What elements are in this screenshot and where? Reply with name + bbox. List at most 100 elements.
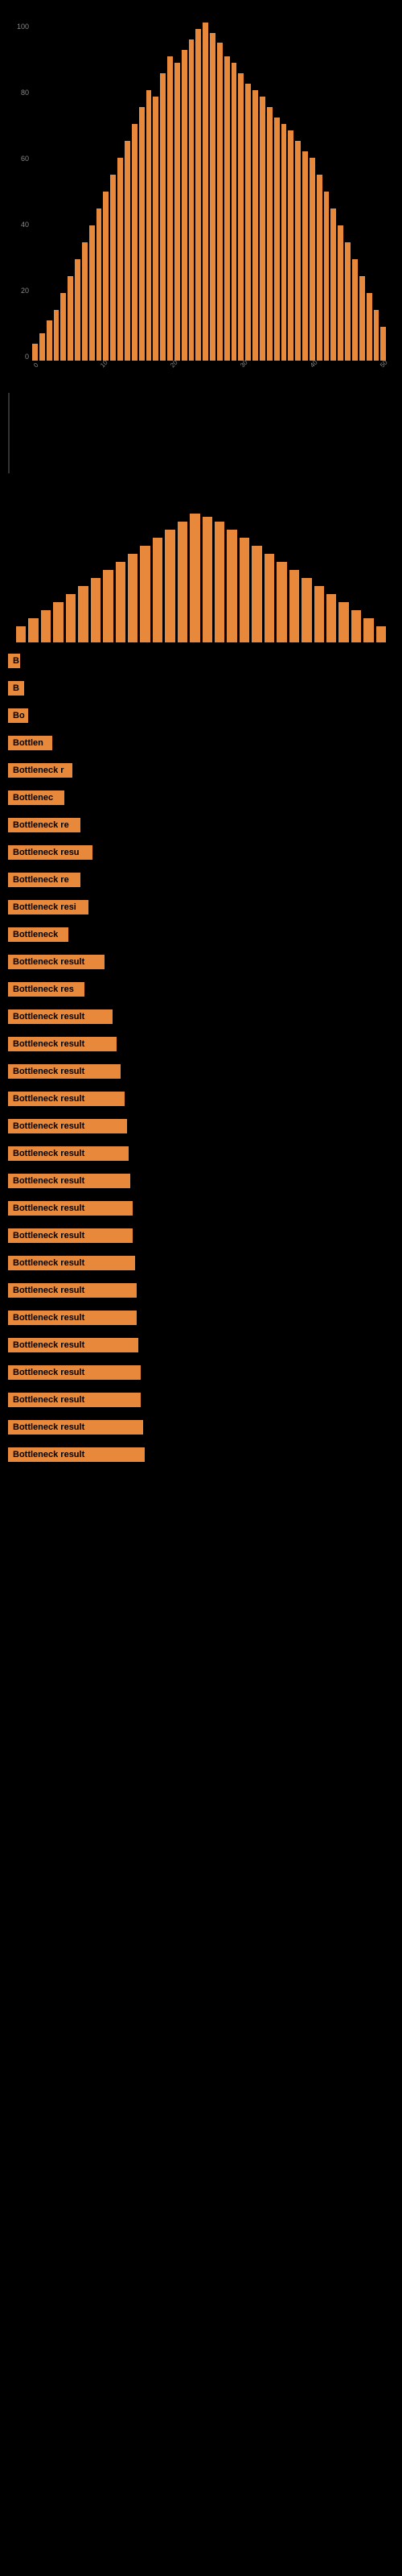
result-row: Bottlen — [0, 733, 402, 753]
x-axis: 0 10 20 30 40 50 — [32, 361, 386, 385]
bottleneck-result-label: Bottleneck resu — [8, 845, 92, 860]
chart2-bar — [326, 594, 336, 642]
chart2-bar — [178, 522, 187, 642]
chart1-bar — [47, 320, 52, 361]
chart2-bar — [165, 530, 174, 642]
chart1-bar — [310, 158, 315, 361]
chart1-bar — [217, 43, 223, 361]
chart1-bar — [189, 39, 195, 361]
chart2-bar — [314, 586, 324, 642]
chart2-bar — [116, 562, 125, 642]
chart1-bar — [195, 29, 201, 361]
chart1-bar — [68, 276, 73, 361]
chart1-bar — [60, 293, 66, 361]
chart2-bar — [103, 570, 113, 642]
bottleneck-result-label: Bottleneck re — [8, 873, 80, 887]
chart1: 100 80 60 40 20 0 0 10 20 30 40 50 — [8, 14, 394, 385]
chart2-bar — [338, 602, 348, 642]
result-row: Bottleneck result — [0, 1417, 402, 1438]
result-row: Bottleneck result — [0, 952, 402, 972]
bottleneck-result-label: Bottlenec — [8, 791, 64, 805]
bottleneck-result-label: Bottleneck result — [8, 1283, 137, 1298]
chart2-bar — [351, 610, 361, 642]
chart1-bar — [117, 158, 123, 361]
result-row: Bottleneck result — [0, 1061, 402, 1082]
chart1-bar — [153, 97, 158, 361]
chart1-bar — [167, 56, 173, 361]
chart2-bar — [277, 562, 286, 642]
result-row: Bottleneck result — [0, 1034, 402, 1055]
chart2-bar — [252, 546, 261, 642]
chart1-bar — [330, 208, 336, 361]
chart2-bar — [153, 538, 162, 642]
chart1-bar — [317, 175, 322, 361]
result-row: Bottleneck result — [0, 1389, 402, 1410]
bottleneck-result-label: Bottleneck — [8, 927, 68, 942]
result-row: Bottleneck result — [0, 1088, 402, 1109]
bottleneck-result-label: Bottleneck resi — [8, 900, 88, 914]
result-row: Bottleneck result — [0, 1225, 402, 1246]
result-row: Bottlenec — [0, 787, 402, 808]
chart1-bar — [182, 50, 187, 361]
bottleneck-result-label: Bottleneck result — [8, 1009, 113, 1024]
chart2-bar — [265, 554, 274, 642]
chart1-bar — [295, 141, 301, 361]
chart1-bar — [132, 124, 137, 361]
chart2-bar — [227, 530, 236, 642]
result-row: B — [0, 678, 402, 699]
chart2-bar — [302, 578, 311, 642]
result-row: Bottleneck re — [0, 869, 402, 890]
bottleneck-result-label: Bottleneck result — [8, 1146, 129, 1161]
bottleneck-result-label: Bottleneck result — [8, 1201, 133, 1216]
site-title — [0, 0, 402, 6]
result-row: Bottleneck res — [0, 979, 402, 1000]
chart1-bar — [224, 56, 230, 361]
chart2-bar — [190, 514, 199, 642]
bottleneck-result-label: Bottleneck r — [8, 763, 72, 778]
chart1-bar — [245, 84, 251, 361]
result-row: Bottleneck result — [0, 1280, 402, 1301]
result-row: Bottleneck r — [0, 760, 402, 781]
chart2 — [8, 481, 394, 642]
bottleneck-result-label: B — [8, 654, 20, 668]
chart2-bar — [78, 586, 88, 642]
bottleneck-result-label: B — [8, 681, 24, 696]
chart1-bar — [203, 23, 208, 361]
chart1-bar — [110, 175, 116, 361]
chart1-bar — [281, 124, 287, 361]
bottleneck-result-label: Bottleneck result — [8, 1119, 127, 1133]
bottleneck-result-label: Bottleneck re — [8, 818, 80, 832]
chart2-bar — [376, 626, 386, 642]
chart1-bar — [380, 327, 386, 361]
bottleneck-result-label: Bottleneck result — [8, 1037, 117, 1051]
bar-container — [32, 23, 386, 361]
bottleneck-result-label: Bottleneck result — [8, 1338, 138, 1352]
chart1-bar — [238, 73, 244, 361]
bottleneck-result-label: Bottleneck result — [8, 1064, 121, 1079]
result-row: Bottleneck result — [0, 1253, 402, 1274]
result-row: Bottleneck result — [0, 1006, 402, 1027]
bottleneck-result-label: Bottleneck result — [8, 955, 105, 969]
bottleneck-result-label: Bottleneck result — [8, 1174, 130, 1188]
chart1-bar — [288, 130, 293, 361]
chart1-bar — [75, 259, 80, 361]
chart1-bar — [252, 90, 258, 361]
chart1-bar — [210, 33, 215, 361]
result-row: Bottleneck result — [0, 1307, 402, 1328]
results-section: BBBoBottlenBottleneck rBottlenecBottlene… — [0, 642, 402, 1475]
chart1-bar — [274, 118, 280, 361]
bottleneck-result-label: Bottleneck result — [8, 1420, 143, 1435]
chart1-bar — [89, 225, 95, 361]
chart1-bar — [374, 310, 379, 361]
bottleneck-result-label: Bottleneck result — [8, 1256, 135, 1270]
result-row: Bottleneck resu — [0, 842, 402, 863]
chart1-bar — [367, 293, 372, 361]
result-row: Bottleneck result — [0, 1143, 402, 1164]
chart1-bar — [302, 151, 308, 361]
y-axis: 100 80 60 40 20 0 — [8, 23, 32, 361]
result-row: Bottleneck re — [0, 815, 402, 836]
chart1-bar — [32, 344, 38, 361]
result-row: Bottleneck result — [0, 1116, 402, 1137]
bottleneck-result-label: Bottleneck result — [8, 1228, 133, 1243]
chart2-bar — [66, 594, 76, 642]
